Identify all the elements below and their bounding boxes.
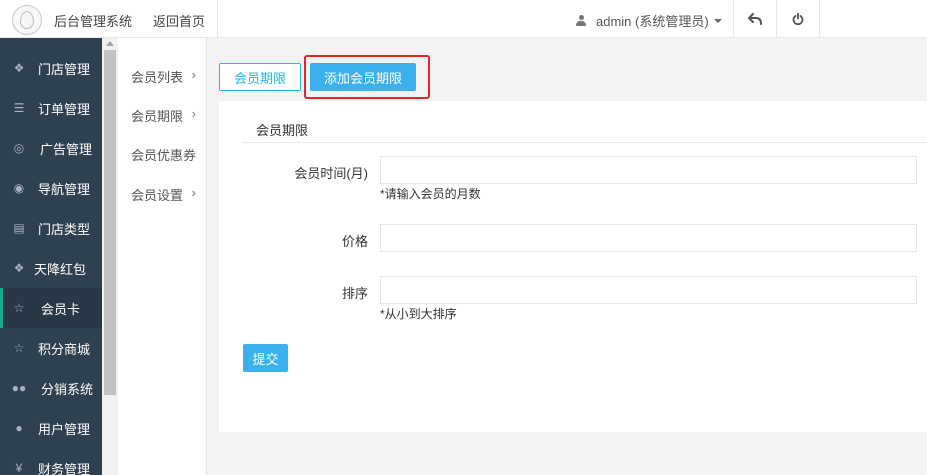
logout-button[interactable] xyxy=(787,8,809,30)
months-input[interactable] xyxy=(380,156,917,184)
sidebar-item-store-type[interactable]: ▤ 门店类型 xyxy=(0,208,102,248)
logo-mark-icon xyxy=(20,11,34,29)
sort-hint: *从小到大排序 xyxy=(380,307,457,321)
submenu-item-member-list[interactable]: 会员列表 › xyxy=(131,67,201,86)
star-icon: ☆ xyxy=(13,301,25,315)
back-home-link[interactable]: 返回首页 xyxy=(153,11,205,30)
divider xyxy=(217,0,218,38)
submenu-item-member-term[interactable]: 会员期限 › xyxy=(131,106,201,125)
sidebar-item-label: 广告管理 xyxy=(40,141,93,157)
caret-down-icon xyxy=(713,18,722,23)
submenu-item-label: 会员设置 xyxy=(131,188,184,203)
tab-member-term-list[interactable]: 会员期限 xyxy=(219,63,301,91)
scroll-up-arrow-icon[interactable] xyxy=(106,41,114,46)
price-input[interactable] xyxy=(380,224,917,252)
sidebar-item-ads[interactable]: ◎ 广告管理 xyxy=(0,128,102,168)
user-icon xyxy=(576,15,586,26)
submenu-item-label: 会员优惠券 xyxy=(131,148,197,163)
chevron-right-icon: › xyxy=(191,106,196,121)
sidebar-item-label: 积分商城 xyxy=(38,341,91,357)
logo xyxy=(12,5,42,35)
divider xyxy=(733,0,734,38)
submit-button[interactable]: 提交 xyxy=(243,344,288,372)
list-icon: ☰ xyxy=(13,101,25,115)
sidebar-item-orders[interactable]: ☰ 订单管理 xyxy=(0,88,102,128)
star-icon: ☆ xyxy=(13,341,25,355)
cubes-icon: ❖ xyxy=(13,261,25,275)
undo-button[interactable] xyxy=(744,8,766,30)
sidebar-item-member-card[interactable]: ☆ 会员卡 xyxy=(0,288,102,328)
sidebar-item-store[interactable]: ❖ 门店管理 xyxy=(0,48,102,88)
sort-input[interactable] xyxy=(380,276,917,304)
user-label: admin (系统管理员) xyxy=(596,14,709,29)
sidebar-item-points-mall[interactable]: ☆ 积分商城 xyxy=(0,328,102,368)
sidebar-item-label: 天降红包 xyxy=(34,261,87,277)
sidebar-item-label: 订单管理 xyxy=(38,101,91,117)
users-icon: ●● xyxy=(11,381,27,395)
sidebar-item-label: 用户管理 xyxy=(38,421,91,437)
sidebar-item-red-packet[interactable]: ❖ 天降红包 xyxy=(0,248,102,288)
sidebar-item-users[interactable]: ● 用户管理 xyxy=(0,408,102,448)
submenu-item-member-coupon[interactable]: 会员优惠券 xyxy=(131,145,201,164)
sidebar-item-distribution[interactable]: ●● 分销系统 xyxy=(0,368,102,408)
top-bar: 后台管理系统 返回首页 admin (系统管理员) xyxy=(0,0,927,38)
sidebar-item-label: 分销系统 xyxy=(41,381,94,397)
cubes-icon: ❖ xyxy=(13,61,25,75)
sidebar-scrollbar-thumb[interactable] xyxy=(104,50,116,395)
price-label: 价格 xyxy=(341,234,368,249)
panel-header xyxy=(242,113,927,143)
sidebar-item-label: 财务管理 xyxy=(38,461,91,475)
system-title: 后台管理系统 xyxy=(54,14,133,29)
highlight-box xyxy=(304,55,430,99)
bank-icon: ▤ xyxy=(13,221,25,235)
sidebar-item-label: 门店类型 xyxy=(38,221,91,237)
sidebar-item-label: 导航管理 xyxy=(38,181,91,197)
compass-icon: ◉ xyxy=(13,181,25,195)
sidebar-item-finance[interactable]: ¥ 财务管理 xyxy=(0,448,102,475)
chevron-right-icon: › xyxy=(191,185,196,200)
sidebar-item-label: 门店管理 xyxy=(38,61,91,77)
sidebar-item-nav[interactable]: ◉ 导航管理 xyxy=(0,168,102,208)
user-icon: ● xyxy=(15,421,23,435)
submenu xyxy=(118,38,207,475)
submenu-item-label: 会员期限 xyxy=(131,109,184,124)
life-ring-icon: ◎ xyxy=(13,141,25,155)
yen-icon: ¥ xyxy=(15,461,23,475)
reply-icon xyxy=(748,13,762,25)
months-label: 会员时间(月) xyxy=(294,166,368,181)
divider xyxy=(819,0,820,38)
divider xyxy=(776,0,777,38)
submenu-item-member-settings[interactable]: 会员设置 › xyxy=(131,185,201,204)
user-menu[interactable]: admin (系统管理员) xyxy=(576,11,722,30)
months-hint: *请输入会员的月数 xyxy=(380,187,481,201)
chevron-right-icon: › xyxy=(191,67,196,82)
sidebar-item-label: 会员卡 xyxy=(41,301,81,317)
sort-label: 排序 xyxy=(341,286,368,301)
submenu-item-label: 会员列表 xyxy=(131,70,184,85)
panel-title: 会员期限 xyxy=(256,123,309,138)
power-icon xyxy=(792,13,804,25)
form-panel xyxy=(219,101,927,432)
